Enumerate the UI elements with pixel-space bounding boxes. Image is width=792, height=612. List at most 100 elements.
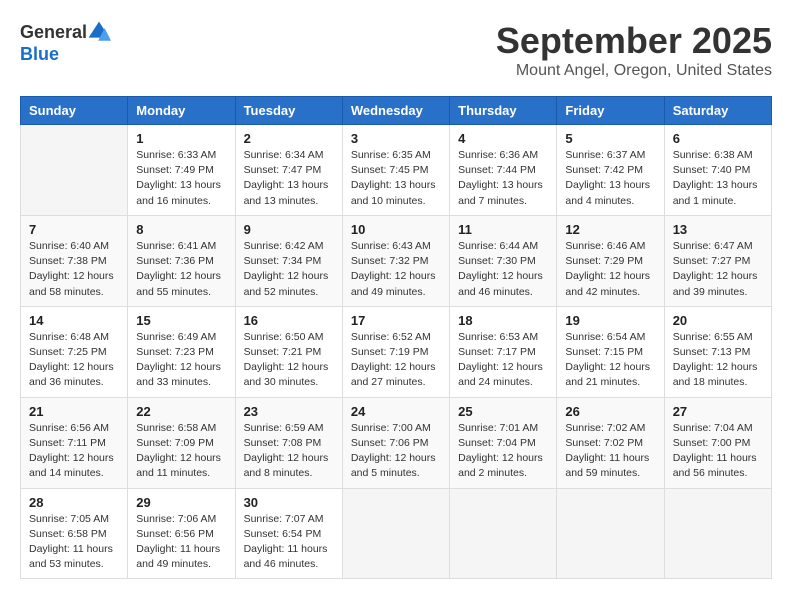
day-number: 5 bbox=[565, 131, 655, 146]
day-number: 9 bbox=[244, 222, 334, 237]
calendar-cell: 25 Sunrise: 7:01 AMSunset: 7:04 PMDayligh… bbox=[450, 397, 557, 488]
day-info: Sunrise: 7:01 AMSunset: 7:04 PMDaylight:… bbox=[458, 421, 548, 482]
day-info: Sunrise: 6:52 AMSunset: 7:19 PMDaylight:… bbox=[351, 330, 441, 391]
calendar-cell: 13 Sunrise: 6:47 AMSunset: 7:27 PMDayligh… bbox=[664, 215, 771, 306]
day-number: 16 bbox=[244, 313, 334, 328]
calendar-cell: 12 Sunrise: 6:46 AMSunset: 7:29 PMDayligh… bbox=[557, 215, 664, 306]
month-title: September 2025 bbox=[496, 20, 772, 62]
calendar-cell: 3 Sunrise: 6:35 AMSunset: 7:45 PMDaylight… bbox=[342, 125, 449, 216]
day-number: 4 bbox=[458, 131, 548, 146]
day-info: Sunrise: 6:50 AMSunset: 7:21 PMDaylight:… bbox=[244, 330, 334, 391]
day-info: Sunrise: 7:05 AMSunset: 6:58 PMDaylight:… bbox=[29, 512, 119, 573]
day-info: Sunrise: 6:38 AMSunset: 7:40 PMDaylight:… bbox=[673, 148, 763, 209]
day-number: 7 bbox=[29, 222, 119, 237]
day-number: 15 bbox=[136, 313, 226, 328]
day-number: 27 bbox=[673, 404, 763, 419]
calendar-cell: 19Sunrise: 6:54 AMSunset: 7:15 PMDayligh… bbox=[557, 306, 664, 397]
calendar-cell: 21 Sunrise: 6:56 AMSunset: 7:11 PMDayligh… bbox=[21, 397, 128, 488]
day-number: 29 bbox=[136, 495, 226, 510]
calendar-cell bbox=[21, 125, 128, 216]
day-info: Sunrise: 6:42 AMSunset: 7:34 PMDaylight:… bbox=[244, 239, 334, 300]
calendar-cell: 24Sunrise: 7:00 AMSunset: 7:06 PMDayligh… bbox=[342, 397, 449, 488]
calendar-cell: 18 Sunrise: 6:53 AMSunset: 7:17 PMDayligh… bbox=[450, 306, 557, 397]
page-header: GeneralBlue September 2025 Mount Angel, … bbox=[20, 20, 772, 80]
day-number: 12 bbox=[565, 222, 655, 237]
day-info: Sunrise: 6:33 AMSunset: 7:49 PMDaylight:… bbox=[136, 148, 226, 209]
day-number: 20 bbox=[673, 313, 763, 328]
day-info: Sunrise: 6:41 AMSunset: 7:36 PMDaylight:… bbox=[136, 239, 226, 300]
calendar-cell: 22 Sunrise: 6:58 AMSunset: 7:09 PMDayligh… bbox=[128, 397, 235, 488]
day-header-wednesday: Wednesday bbox=[342, 97, 449, 125]
day-number: 24 bbox=[351, 404, 441, 419]
day-info: Sunrise: 6:34 AMSunset: 7:47 PMDaylight:… bbox=[244, 148, 334, 209]
day-number: 26 bbox=[565, 404, 655, 419]
calendar-table: SundayMondayTuesdayWednesdayThursdayFrid… bbox=[20, 96, 772, 579]
day-number: 30 bbox=[244, 495, 334, 510]
day-header-saturday: Saturday bbox=[664, 97, 771, 125]
calendar-week-1: 1 Sunrise: 6:33 AMSunset: 7:49 PMDaylight… bbox=[21, 125, 772, 216]
day-info: Sunrise: 6:35 AMSunset: 7:45 PMDaylight:… bbox=[351, 148, 441, 209]
calendar-cell: 28 Sunrise: 7:05 AMSunset: 6:58 PMDayligh… bbox=[21, 488, 128, 579]
day-header-thursday: Thursday bbox=[450, 97, 557, 125]
day-number: 2 bbox=[244, 131, 334, 146]
calendar-cell: 11 Sunrise: 6:44 AMSunset: 7:30 PMDayligh… bbox=[450, 215, 557, 306]
day-number: 17 bbox=[351, 313, 441, 328]
day-number: 23 bbox=[244, 404, 334, 419]
calendar-cell: 26Sunrise: 7:02 AMSunset: 7:02 PMDayligh… bbox=[557, 397, 664, 488]
day-number: 10 bbox=[351, 222, 441, 237]
calendar-cell: 8 Sunrise: 6:41 AMSunset: 7:36 PMDaylight… bbox=[128, 215, 235, 306]
day-number: 18 bbox=[458, 313, 548, 328]
day-info: Sunrise: 6:43 AMSunset: 7:32 PMDaylight:… bbox=[351, 239, 441, 300]
calendar-cell: 7 Sunrise: 6:40 AMSunset: 7:38 PMDaylight… bbox=[21, 215, 128, 306]
day-header-tuesday: Tuesday bbox=[235, 97, 342, 125]
calendar-cell: 17 Sunrise: 6:52 AMSunset: 7:19 PMDayligh… bbox=[342, 306, 449, 397]
calendar-cell: 4Sunrise: 6:36 AMSunset: 7:44 PMDaylight… bbox=[450, 125, 557, 216]
calendar-cell: 10 Sunrise: 6:43 AMSunset: 7:32 PMDayligh… bbox=[342, 215, 449, 306]
location-subtitle: Mount Angel, Oregon, United States bbox=[496, 62, 772, 80]
day-info: Sunrise: 6:47 AMSunset: 7:27 PMDaylight:… bbox=[673, 239, 763, 300]
calendar-week-3: 14Sunrise: 6:48 AMSunset: 7:25 PMDayligh… bbox=[21, 306, 772, 397]
calendar-cell: 2 Sunrise: 6:34 AMSunset: 7:47 PMDaylight… bbox=[235, 125, 342, 216]
calendar-cell bbox=[342, 488, 449, 579]
day-number: 22 bbox=[136, 404, 226, 419]
day-info: Sunrise: 7:06 AMSunset: 6:56 PMDaylight:… bbox=[136, 512, 226, 573]
day-headers-row: SundayMondayTuesdayWednesdayThursdayFrid… bbox=[21, 97, 772, 125]
day-header-monday: Monday bbox=[128, 97, 235, 125]
day-header-sunday: Sunday bbox=[21, 97, 128, 125]
calendar-cell: 16 Sunrise: 6:50 AMSunset: 7:21 PMDayligh… bbox=[235, 306, 342, 397]
title-section: September 2025 Mount Angel, Oregon, Unit… bbox=[496, 20, 772, 80]
day-info: Sunrise: 6:55 AMSunset: 7:13 PMDaylight:… bbox=[673, 330, 763, 391]
day-info: Sunrise: 6:44 AMSunset: 7:30 PMDaylight:… bbox=[458, 239, 548, 300]
calendar-cell: 23 Sunrise: 6:59 AMSunset: 7:08 PMDayligh… bbox=[235, 397, 342, 488]
calendar-cell: 1 Sunrise: 6:33 AMSunset: 7:49 PMDaylight… bbox=[128, 125, 235, 216]
calendar-cell: 6Sunrise: 6:38 AMSunset: 7:40 PMDaylight… bbox=[664, 125, 771, 216]
logo-general: General bbox=[20, 22, 87, 43]
day-info: Sunrise: 7:07 AMSunset: 6:54 PMDaylight:… bbox=[244, 512, 334, 573]
logo-icon bbox=[87, 20, 111, 44]
day-number: 28 bbox=[29, 495, 119, 510]
calendar-cell bbox=[557, 488, 664, 579]
day-number: 8 bbox=[136, 222, 226, 237]
day-info: Sunrise: 6:56 AMSunset: 7:11 PMDaylight:… bbox=[29, 421, 119, 482]
day-number: 13 bbox=[673, 222, 763, 237]
day-info: Sunrise: 6:54 AMSunset: 7:15 PMDaylight:… bbox=[565, 330, 655, 391]
calendar-cell: 5 Sunrise: 6:37 AMSunset: 7:42 PMDaylight… bbox=[557, 125, 664, 216]
day-info: Sunrise: 6:40 AMSunset: 7:38 PMDaylight:… bbox=[29, 239, 119, 300]
calendar-cell: 27 Sunrise: 7:04 AMSunset: 7:00 PMDayligh… bbox=[664, 397, 771, 488]
day-info: Sunrise: 6:58 AMSunset: 7:09 PMDaylight:… bbox=[136, 421, 226, 482]
calendar-cell bbox=[450, 488, 557, 579]
day-number: 25 bbox=[458, 404, 548, 419]
day-number: 1 bbox=[136, 131, 226, 146]
day-info: Sunrise: 6:53 AMSunset: 7:17 PMDaylight:… bbox=[458, 330, 548, 391]
logo: GeneralBlue bbox=[20, 20, 111, 65]
day-info: Sunrise: 6:46 AMSunset: 7:29 PMDaylight:… bbox=[565, 239, 655, 300]
day-number: 11 bbox=[458, 222, 548, 237]
day-number: 21 bbox=[29, 404, 119, 419]
day-number: 3 bbox=[351, 131, 441, 146]
day-info: Sunrise: 7:04 AMSunset: 7:00 PMDaylight:… bbox=[673, 421, 763, 482]
day-info: Sunrise: 6:49 AMSunset: 7:23 PMDaylight:… bbox=[136, 330, 226, 391]
day-info: Sunrise: 6:59 AMSunset: 7:08 PMDaylight:… bbox=[244, 421, 334, 482]
day-info: Sunrise: 6:48 AMSunset: 7:25 PMDaylight:… bbox=[29, 330, 119, 391]
day-info: Sunrise: 6:37 AMSunset: 7:42 PMDaylight:… bbox=[565, 148, 655, 209]
calendar-cell: 20 Sunrise: 6:55 AMSunset: 7:13 PMDayligh… bbox=[664, 306, 771, 397]
